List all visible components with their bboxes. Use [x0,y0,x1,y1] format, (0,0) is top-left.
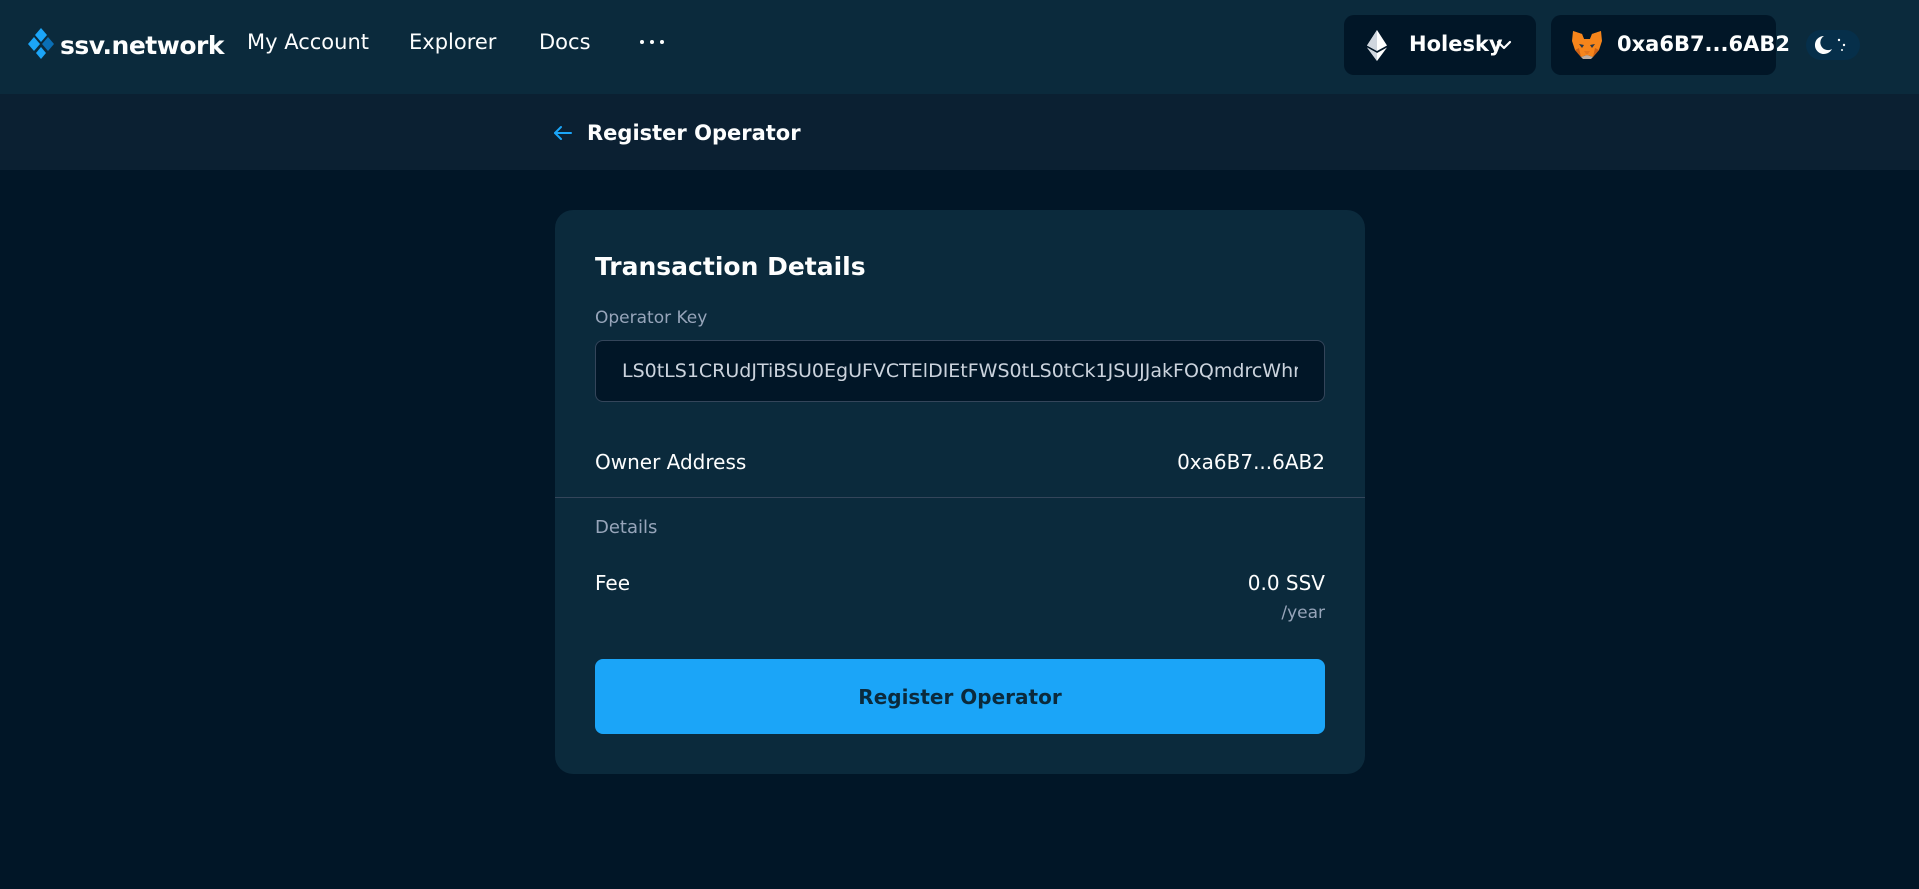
theme-toggle[interactable] [1806,30,1860,60]
chevron-down-icon [1496,40,1512,50]
divider [555,497,1365,498]
ssv-diamond-icon [28,28,54,59]
operator-key-value: LS0tLS1CRUdJTiBSU0EgUFVCTElDIEtFWS0tLS0t… [622,360,1298,382]
ellipsis-dot [650,40,654,44]
logo[interactable]: ssv.network [28,27,224,63]
fee-label: Fee [595,571,631,595]
wallet-address: 0xa6B7...6AB2 [1617,32,1790,56]
register-operator-button-label: Register Operator [858,684,1062,709]
transaction-details-card: Transaction Details Operator Key LS0tLS1… [555,210,1365,774]
register-operator-button[interactable]: Register Operator [595,659,1325,734]
fee-value: 0.0 SSV [1247,571,1325,595]
logo-text: ssv.network [60,30,224,60]
owner-address-value: 0xa6B7...6AB2 [1177,450,1325,474]
wallet-button[interactable]: 0xa6B7...6AB2 [1551,15,1790,75]
moon-icon [1814,35,1846,54]
more-menu-button[interactable] [640,24,664,60]
ethereum-icon [1367,30,1387,61]
nav-my-account[interactable]: My Account [247,30,369,54]
fee-unit: /year [1281,603,1325,623]
page-title: Register Operator [587,121,801,145]
ellipsis-dot [660,40,664,44]
details-section-label: Details [595,517,658,538]
network-label: Holesky [1409,32,1503,56]
arrow-left-icon [554,126,572,140]
owner-address-label: Owner Address [595,450,747,474]
top-navigation: ssv.network My Account Explorer Docs Hol… [0,0,1919,94]
ellipsis-icon [640,40,644,44]
operator-key-label: Operator Key [595,308,708,328]
card-title: Transaction Details [595,252,866,281]
nav-explorer[interactable]: Explorer [409,30,496,54]
nav-docs[interactable]: Docs [539,30,591,54]
network-selector[interactable]: Holesky [1344,15,1536,75]
back-button[interactable]: Register Operator [553,118,801,148]
page-subheader [0,94,1919,170]
operator-key-field[interactable]: LS0tLS1CRUdJTiBSU0EgUFVCTElDIEtFWS0tLS0t… [595,340,1325,402]
metamask-fox-icon [1572,31,1602,59]
